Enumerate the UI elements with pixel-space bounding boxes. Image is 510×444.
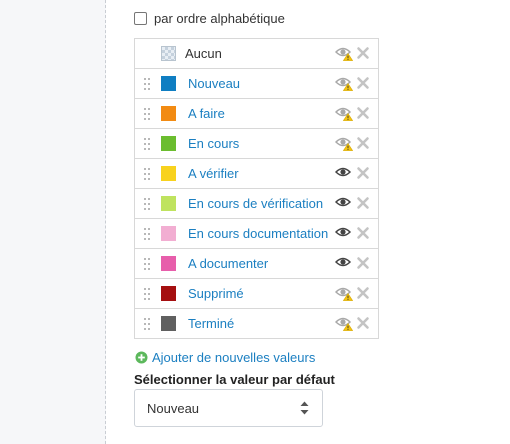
value-row: A documenter [135,249,378,279]
row-actions [335,285,370,301]
delete-icon[interactable] [356,316,370,330]
color-swatch [161,106,176,121]
hidden-eye-warning-icon[interactable] [335,135,353,151]
delete-icon[interactable] [356,226,370,240]
value-link[interactable]: Nouveau [188,76,240,91]
row-actions [335,195,370,211]
hidden-eye-warning-icon[interactable] [335,75,353,91]
select-arrows-icon [300,401,309,415]
drag-handle-icon[interactable] [144,167,150,180]
hidden-eye-warning-icon[interactable] [335,45,353,61]
drag-handle-icon[interactable] [144,287,150,300]
add-values-link[interactable]: Ajouter de nouvelles valeurs [152,350,315,365]
default-value-select[interactable]: Nouveau [134,389,323,427]
drag-handle-icon[interactable] [144,137,150,150]
color-swatch [161,286,176,301]
row-actions [335,105,370,121]
row-actions [335,135,370,151]
row-actions [335,315,370,331]
delete-icon[interactable] [356,46,370,60]
hidden-eye-warning-icon[interactable] [335,315,353,331]
color-swatch [161,136,176,151]
delete-icon[interactable] [356,286,370,300]
value-row: A vérifier [135,159,378,189]
value-row: Supprimé [135,279,378,309]
value-link[interactable]: En cours [188,136,239,151]
row-actions [335,165,370,181]
left-gutter [0,0,106,444]
sort-alphabetical-checkbox[interactable] [134,11,147,25]
value-row: En cours [135,129,378,159]
default-value-selected: Nouveau [147,400,200,416]
values-list: Aucun Nouveau A faire En cours A vérifier En … [134,38,379,339]
plus-circle-icon[interactable] [135,351,148,364]
visible-eye-icon[interactable] [335,255,353,271]
color-swatch [161,166,176,181]
sort-alphabetical-label: par ordre alphabétique [154,10,285,26]
drag-handle-icon[interactable] [144,107,150,120]
visible-eye-icon[interactable] [335,165,353,181]
drag-handle-icon[interactable] [144,227,150,240]
color-swatch [161,196,176,211]
hidden-eye-warning-icon[interactable] [335,285,353,301]
delete-icon[interactable] [356,166,370,180]
row-actions [335,255,370,271]
default-value-label: Sélectionner la valeur par défaut [134,372,335,387]
value-row: En cours de vérification [135,189,378,219]
value-link[interactable]: Supprimé [188,286,244,301]
field-values-panel: par ordre alphabétique Aucun Nouveau A fai… [121,0,510,444]
drag-handle-icon[interactable] [144,77,150,90]
color-swatch [161,226,176,241]
value-row: Nouveau [135,69,378,99]
color-swatch [161,316,176,331]
drag-handle-icon[interactable] [144,257,150,270]
value-row: Terminé [135,309,378,339]
value-link[interactable]: A documenter [188,256,268,271]
hidden-eye-warning-icon[interactable] [335,105,353,121]
value-link[interactable]: Terminé [188,316,234,331]
value-link[interactable]: En cours documentation [188,226,328,241]
color-swatch [161,256,176,271]
sort-alphabetical-option[interactable]: par ordre alphabétique [134,9,285,27]
value-link[interactable]: A vérifier [188,166,239,181]
value-link[interactable]: En cours de vérification [188,196,323,211]
drag-handle-icon[interactable] [144,197,150,210]
value-link[interactable]: A faire [188,106,225,121]
delete-icon[interactable] [356,76,370,90]
delete-icon[interactable] [356,196,370,210]
value-row: A faire [135,99,378,129]
row-actions [335,75,370,91]
drag-handle-icon[interactable] [144,317,150,330]
value-label: Aucun [185,46,222,61]
add-values-row[interactable]: Ajouter de nouvelles valeurs [135,350,315,365]
delete-icon[interactable] [356,106,370,120]
value-row: Aucun [135,39,378,69]
visible-eye-icon[interactable] [335,225,353,241]
no-color-icon [161,46,176,61]
row-actions [335,225,370,241]
delete-icon[interactable] [356,136,370,150]
color-swatch [161,76,176,91]
visible-eye-icon[interactable] [335,195,353,211]
value-row: En cours documentation [135,219,378,249]
row-actions [335,45,370,61]
delete-icon[interactable] [356,256,370,270]
